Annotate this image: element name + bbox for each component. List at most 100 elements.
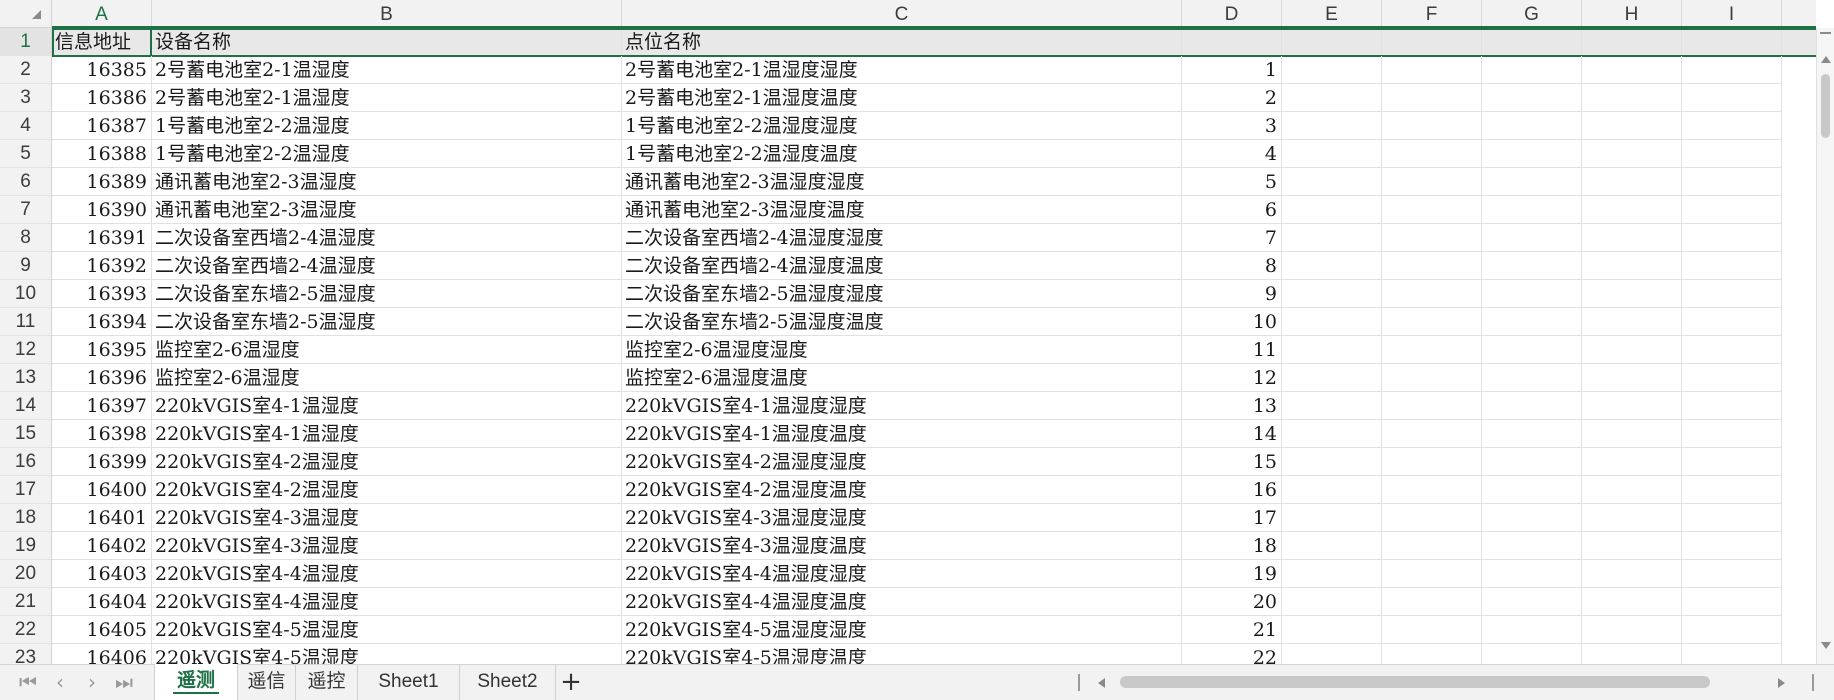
cell-f13[interactable] xyxy=(1382,364,1482,392)
cell-f9[interactable] xyxy=(1382,252,1482,280)
cell-f16[interactable] xyxy=(1382,448,1482,476)
row-header[interactable]: 13 xyxy=(0,364,51,392)
add-sheet-button[interactable]: + xyxy=(556,665,586,700)
row-header[interactable]: 21 xyxy=(0,588,51,616)
column-header-f[interactable]: F xyxy=(1382,0,1482,27)
previous-sheet-icon[interactable]: ‹ xyxy=(48,665,72,700)
cell-f10[interactable] xyxy=(1382,280,1482,308)
cell-c5[interactable]: 1号蓄电池室2-2温湿度温度 xyxy=(622,140,1182,168)
row-header[interactable]: 6 xyxy=(0,168,51,196)
sheet-tab-1[interactable]: 遥测 xyxy=(154,664,238,700)
cell-h2[interactable] xyxy=(1582,56,1682,84)
cell-a6[interactable]: 16389 xyxy=(52,168,152,196)
cell-b6[interactable]: 通讯蓄电池室2-3温湿度 xyxy=(152,168,622,196)
cell-i8[interactable] xyxy=(1682,224,1782,252)
cell-d4[interactable]: 3 xyxy=(1182,112,1282,140)
horizontal-scrollbar[interactable] xyxy=(1116,675,1786,689)
cell-c11[interactable]: 二次设备室东墙2-5温湿度温度 xyxy=(622,308,1182,336)
cell-f5[interactable] xyxy=(1382,140,1482,168)
cell-d5[interactable]: 4 xyxy=(1182,140,1282,168)
select-all-corner[interactable] xyxy=(0,0,52,28)
cell-e3[interactable] xyxy=(1282,84,1382,112)
cell-e8[interactable] xyxy=(1282,224,1382,252)
cell-d6[interactable]: 5 xyxy=(1182,168,1282,196)
row-header[interactable]: 16 xyxy=(0,448,51,476)
cell-f11[interactable] xyxy=(1382,308,1482,336)
column-header-i[interactable]: I xyxy=(1682,0,1782,27)
cell-h15[interactable] xyxy=(1582,420,1682,448)
cell-e20[interactable] xyxy=(1282,560,1382,588)
row-header[interactable]: 23 xyxy=(0,644,51,664)
cell-e17[interactable] xyxy=(1282,476,1382,504)
cell-f8[interactable] xyxy=(1382,224,1482,252)
cell-h19[interactable] xyxy=(1582,532,1682,560)
cell-b23[interactable]: 220kVGIS室4-5温湿度 xyxy=(152,644,622,664)
cell-c20[interactable]: 220kVGIS室4-4温湿度湿度 xyxy=(622,560,1182,588)
cell-i14[interactable] xyxy=(1682,392,1782,420)
cell-a3[interactable]: 16386 xyxy=(52,84,152,112)
cell-c6[interactable]: 通讯蓄电池室2-3温湿度湿度 xyxy=(622,168,1182,196)
cell-c23[interactable]: 220kVGIS室4-5温湿度温度 xyxy=(622,644,1182,664)
cell-f14[interactable] xyxy=(1382,392,1482,420)
cell-a4[interactable]: 16387 xyxy=(52,112,152,140)
row-header[interactable]: 14 xyxy=(0,392,51,420)
cell-g4[interactable] xyxy=(1482,112,1582,140)
row-header[interactable]: 5 xyxy=(0,140,51,168)
cell-b1[interactable]: 设备名称 xyxy=(152,28,622,56)
cell-i1[interactable] xyxy=(1682,28,1782,56)
cell-e12[interactable] xyxy=(1282,336,1382,364)
cell-b17[interactable]: 220kVGIS室4-2温湿度 xyxy=(152,476,622,504)
cell-g14[interactable] xyxy=(1482,392,1582,420)
cell-i6[interactable] xyxy=(1682,168,1782,196)
cell-e4[interactable] xyxy=(1282,112,1382,140)
cell-d10[interactable]: 9 xyxy=(1182,280,1282,308)
cell-a12[interactable]: 16395 xyxy=(52,336,152,364)
cell-c10[interactable]: 二次设备室东墙2-5温湿度湿度 xyxy=(622,280,1182,308)
cell-g22[interactable] xyxy=(1482,616,1582,644)
last-sheet-icon[interactable]: ⏭ xyxy=(112,665,136,700)
cell-d14[interactable]: 13 xyxy=(1182,392,1282,420)
cell-f6[interactable] xyxy=(1382,168,1482,196)
cell-h11[interactable] xyxy=(1582,308,1682,336)
cell-b12[interactable]: 监控室2-6温湿度 xyxy=(152,336,622,364)
cell-i17[interactable] xyxy=(1682,476,1782,504)
cell-g15[interactable] xyxy=(1482,420,1582,448)
cell-d23[interactable]: 22 xyxy=(1182,644,1282,664)
horizontal-scroll-thumb[interactable] xyxy=(1120,676,1710,688)
cell-e15[interactable] xyxy=(1282,420,1382,448)
cell-d11[interactable]: 10 xyxy=(1182,308,1282,336)
row-header[interactable]: 15 xyxy=(0,420,51,448)
cell-g17[interactable] xyxy=(1482,476,1582,504)
cell-f17[interactable] xyxy=(1382,476,1482,504)
cell-e22[interactable] xyxy=(1282,616,1382,644)
cell-g11[interactable] xyxy=(1482,308,1582,336)
cell-c9[interactable]: 二次设备室西墙2-4温湿度温度 xyxy=(622,252,1182,280)
cell-c8[interactable]: 二次设备室西墙2-4温湿度湿度 xyxy=(622,224,1182,252)
cell-e5[interactable] xyxy=(1282,140,1382,168)
cell-g10[interactable] xyxy=(1482,280,1582,308)
cell-h17[interactable] xyxy=(1582,476,1682,504)
cell-f12[interactable] xyxy=(1382,336,1482,364)
row-header[interactable]: 3 xyxy=(0,84,51,112)
scroll-up-arrow-icon[interactable] xyxy=(1821,56,1831,63)
cell-a15[interactable]: 16398 xyxy=(52,420,152,448)
cell-f1[interactable] xyxy=(1382,28,1482,56)
cell-g13[interactable] xyxy=(1482,364,1582,392)
scroll-left-arrow-icon[interactable] xyxy=(1098,678,1105,688)
cell-b8[interactable]: 二次设备室西墙2-4温湿度 xyxy=(152,224,622,252)
row-header[interactable]: 11 xyxy=(0,308,51,336)
cell-b11[interactable]: 二次设备室东墙2-5温湿度 xyxy=(152,308,622,336)
cell-b21[interactable]: 220kVGIS室4-4温湿度 xyxy=(152,588,622,616)
row-header[interactable]: 18 xyxy=(0,504,51,532)
cell-b10[interactable]: 二次设备室东墙2-5温湿度 xyxy=(152,280,622,308)
cell-c7[interactable]: 通讯蓄电池室2-3温湿度温度 xyxy=(622,196,1182,224)
cell-f22[interactable] xyxy=(1382,616,1482,644)
next-sheet-icon[interactable]: › xyxy=(80,665,104,700)
column-header-e[interactable]: E xyxy=(1282,0,1382,27)
cell-d18[interactable]: 17 xyxy=(1182,504,1282,532)
cell-d12[interactable]: 11 xyxy=(1182,336,1282,364)
cell-i16[interactable] xyxy=(1682,448,1782,476)
cell-e2[interactable] xyxy=(1282,56,1382,84)
cell-c2[interactable]: 2号蓄电池室2-1温湿度湿度 xyxy=(622,56,1182,84)
cell-i22[interactable] xyxy=(1682,616,1782,644)
